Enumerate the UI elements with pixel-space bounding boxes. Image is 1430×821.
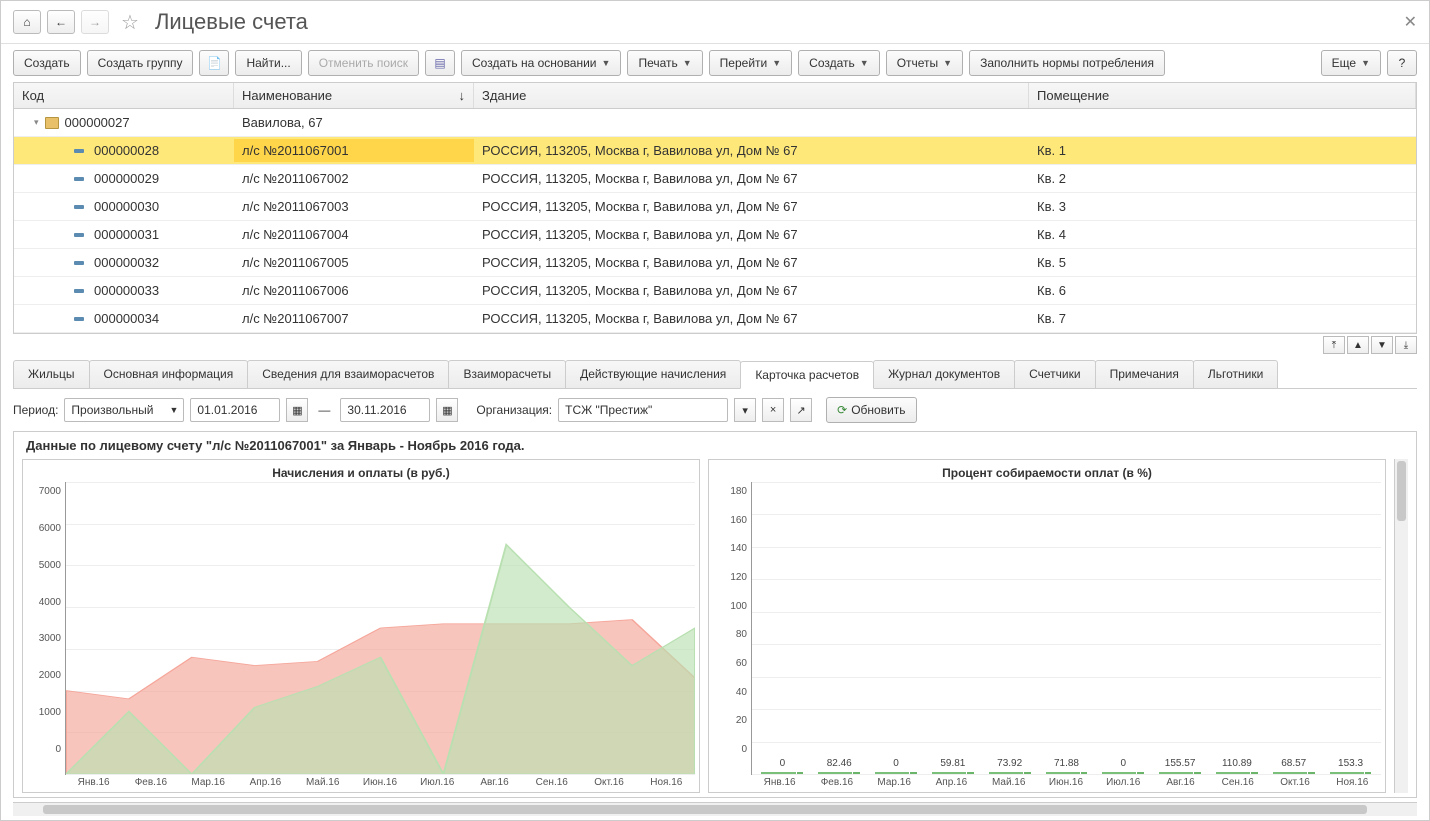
tab-5[interactable]: Карточка расчетов (740, 361, 874, 389)
back-button[interactable]: ← (47, 10, 75, 34)
table-folder-row[interactable]: ▾000000027Вавилова, 67 (14, 109, 1416, 137)
plot-area (65, 482, 695, 775)
table-row[interactable]: 000000029л/с №2011067002РОССИЯ, 113205, … (14, 165, 1416, 193)
table-row[interactable]: 000000034л/с №2011067007РОССИЯ, 113205, … (14, 305, 1416, 333)
vertical-scrollbar[interactable] (1394, 459, 1408, 793)
calendar-from-button[interactable]: ▦ (286, 398, 308, 422)
more-button[interactable]: Еще▼ (1321, 50, 1381, 76)
chart-0: Начисления и оплаты (в руб.) 70006000500… (22, 459, 700, 793)
caret-down-icon: ▼ (170, 405, 179, 415)
column-name[interactable]: Наименование↓ (234, 83, 474, 108)
chart-1: Процент собираемости оплат (в %) 1801601… (708, 459, 1386, 793)
copy-button[interactable]: 📄 (199, 50, 229, 76)
org-label: Организация: (476, 403, 552, 417)
item-icon (74, 177, 84, 181)
tab-2[interactable]: Сведения для взаиморасчетов (247, 360, 449, 388)
date-from-input[interactable]: 01.01.2016 (190, 398, 280, 422)
table-row[interactable]: 000000031л/с №2011067004РОССИЯ, 113205, … (14, 221, 1416, 249)
list-mode-button[interactable]: ▤ (425, 50, 455, 76)
folder-icon (45, 117, 59, 129)
list-icon: ▤ (434, 56, 445, 70)
table-row[interactable]: 000000028л/с №2011067001РОССИЯ, 113205, … (14, 137, 1416, 165)
caret-down-icon: ▼ (772, 58, 781, 68)
table-row[interactable]: 000000030л/с №2011067003РОССИЯ, 113205, … (14, 193, 1416, 221)
chart-title: Начисления и оплаты (в руб.) (27, 464, 695, 482)
sort-icon: ↓ (459, 88, 466, 103)
print-button[interactable]: Печать▼ (627, 50, 702, 76)
tab-6[interactable]: Журнал документов (873, 360, 1015, 388)
period-label: Период: (13, 403, 58, 417)
tab-4[interactable]: Действующие начисления (565, 360, 741, 388)
plot-area: 082.46059.8173.9271.880155.57110.8968.57… (751, 482, 1381, 775)
home-button[interactable]: ⌂ (13, 10, 41, 34)
refresh-button[interactable]: ⟳Обновить (826, 397, 916, 423)
reports-button[interactable]: Отчеты▼ (886, 50, 963, 76)
calendar-to-button[interactable]: ▦ (436, 398, 458, 422)
calendar-icon: ▦ (442, 404, 452, 417)
date-to-input[interactable]: 30.11.2016 (340, 398, 430, 422)
org-open-button[interactable]: ↗ (790, 398, 812, 422)
scroll-top-button[interactable]: ⤒ (1323, 336, 1345, 354)
table-row[interactable]: 000000033л/с №2011067006РОССИЯ, 113205, … (14, 277, 1416, 305)
goto-button[interactable]: Перейти▼ (709, 50, 792, 76)
item-icon (74, 289, 84, 293)
caret-down-icon: ▼ (683, 58, 692, 68)
tab-7[interactable]: Счетчики (1014, 360, 1095, 388)
cancel-search-button: Отменить поиск (308, 50, 419, 76)
x-axis: Янв.16Фев.16Мар.16Апр.16Май.16Июн.16Июл.… (713, 775, 1381, 788)
tab-8[interactable]: Примечания (1095, 360, 1194, 388)
caret-down-icon: ▼ (602, 58, 611, 68)
x-axis: Янв.16Фев.16Мар.16Апр.16Май.16Июн.16Июл.… (27, 775, 695, 788)
copy-icon: 📄 (207, 56, 222, 70)
find-button[interactable]: Найти... (235, 50, 301, 76)
calendar-icon: ▦ (292, 404, 302, 417)
item-icon (74, 317, 84, 321)
create-group-button[interactable]: Создать группу (87, 50, 194, 76)
item-icon (74, 233, 84, 237)
horizontal-scrollbar[interactable] (13, 802, 1417, 816)
org-dropdown-button[interactable]: ▾ (734, 398, 756, 422)
tab-0[interactable]: Жильцы (13, 360, 90, 388)
create-menu-button[interactable]: Создать▼ (798, 50, 880, 76)
caret-down-icon: ▼ (943, 58, 952, 68)
item-icon (74, 205, 84, 209)
accounts-table: Код Наименование↓ Здание Помещение ▾0000… (13, 82, 1417, 334)
column-room[interactable]: Помещение (1029, 83, 1416, 108)
help-button[interactable]: ? (1387, 50, 1417, 76)
scroll-bottom-button[interactable]: ⤓ (1395, 336, 1417, 354)
org-input[interactable]: ТСЖ "Престиж" (558, 398, 728, 422)
create-button[interactable]: Создать (13, 50, 81, 76)
table-row[interactable]: 000000032л/с №2011067005РОССИЯ, 113205, … (14, 249, 1416, 277)
y-axis: 70006000500040003000200010000 (27, 482, 65, 775)
scroll-down-button[interactable]: ▼ (1371, 336, 1393, 354)
tab-9[interactable]: Льготники (1193, 360, 1278, 388)
y-axis: 180160140120100806040200 (713, 482, 751, 775)
favorite-star-icon[interactable]: ☆ (121, 10, 139, 35)
scroll-up-button[interactable]: ▲ (1347, 336, 1369, 354)
chart-main-title: Данные по лицевому счету "л/с №201106700… (14, 432, 1416, 459)
refresh-icon: ⟳ (837, 403, 847, 417)
column-code[interactable]: Код (14, 83, 234, 108)
column-building[interactable]: Здание (474, 83, 1029, 108)
create-based-button[interactable]: Создать на основании▼ (461, 50, 621, 76)
fill-norms-button[interactable]: Заполнить нормы потребления (969, 50, 1165, 76)
close-button[interactable]: ✕ (1404, 12, 1417, 32)
org-clear-button[interactable]: × (762, 398, 784, 422)
forward-button[interactable]: → (81, 10, 109, 34)
tab-1[interactable]: Основная информация (89, 360, 249, 388)
page-title: Лицевые счета (155, 9, 308, 35)
item-icon (74, 261, 84, 265)
chart-title: Процент собираемости оплат (в %) (713, 464, 1381, 482)
period-type-select[interactable]: Произвольный▼ (64, 398, 184, 422)
item-icon (74, 149, 84, 153)
tab-3[interactable]: Взаиморасчеты (448, 360, 566, 388)
caret-down-icon: ▼ (860, 58, 869, 68)
caret-down-icon: ▼ (1361, 58, 1370, 68)
